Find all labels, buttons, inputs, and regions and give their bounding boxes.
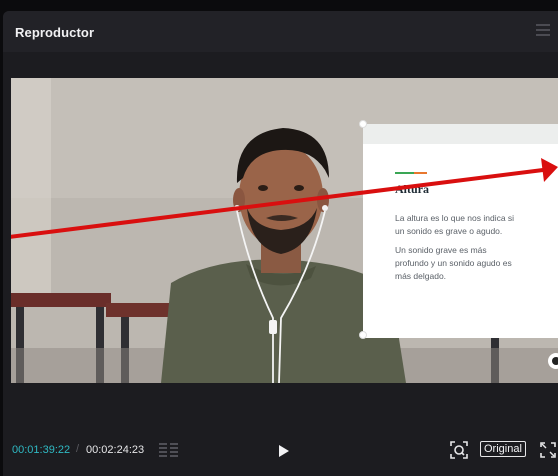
- player-panel: Reproductor Altura La altura es lo que n…: [3, 11, 558, 476]
- annotation-arrow[interactable]: [11, 78, 558, 383]
- focus-icon[interactable]: [449, 440, 469, 460]
- fullscreen-icon[interactable]: [539, 441, 557, 459]
- total-time: 00:02:24:23: [86, 444, 145, 456]
- original-ratio-button[interactable]: Original: [480, 441, 526, 457]
- video-viewport[interactable]: Altura La altura es lo que nos indica si…: [11, 78, 558, 383]
- player-header: Reproductor: [3, 11, 558, 52]
- current-time: 00:01:39:22: [12, 444, 71, 456]
- menu-icon[interactable]: [536, 24, 550, 36]
- chapters-icon[interactable]: [158, 442, 180, 458]
- time-separator: /: [76, 443, 80, 455]
- playback-controls: 00:01:39:22 / 00:02:24:23 Original: [3, 436, 558, 466]
- play-icon[interactable]: [274, 442, 292, 460]
- panel-title: Reproductor: [15, 25, 95, 40]
